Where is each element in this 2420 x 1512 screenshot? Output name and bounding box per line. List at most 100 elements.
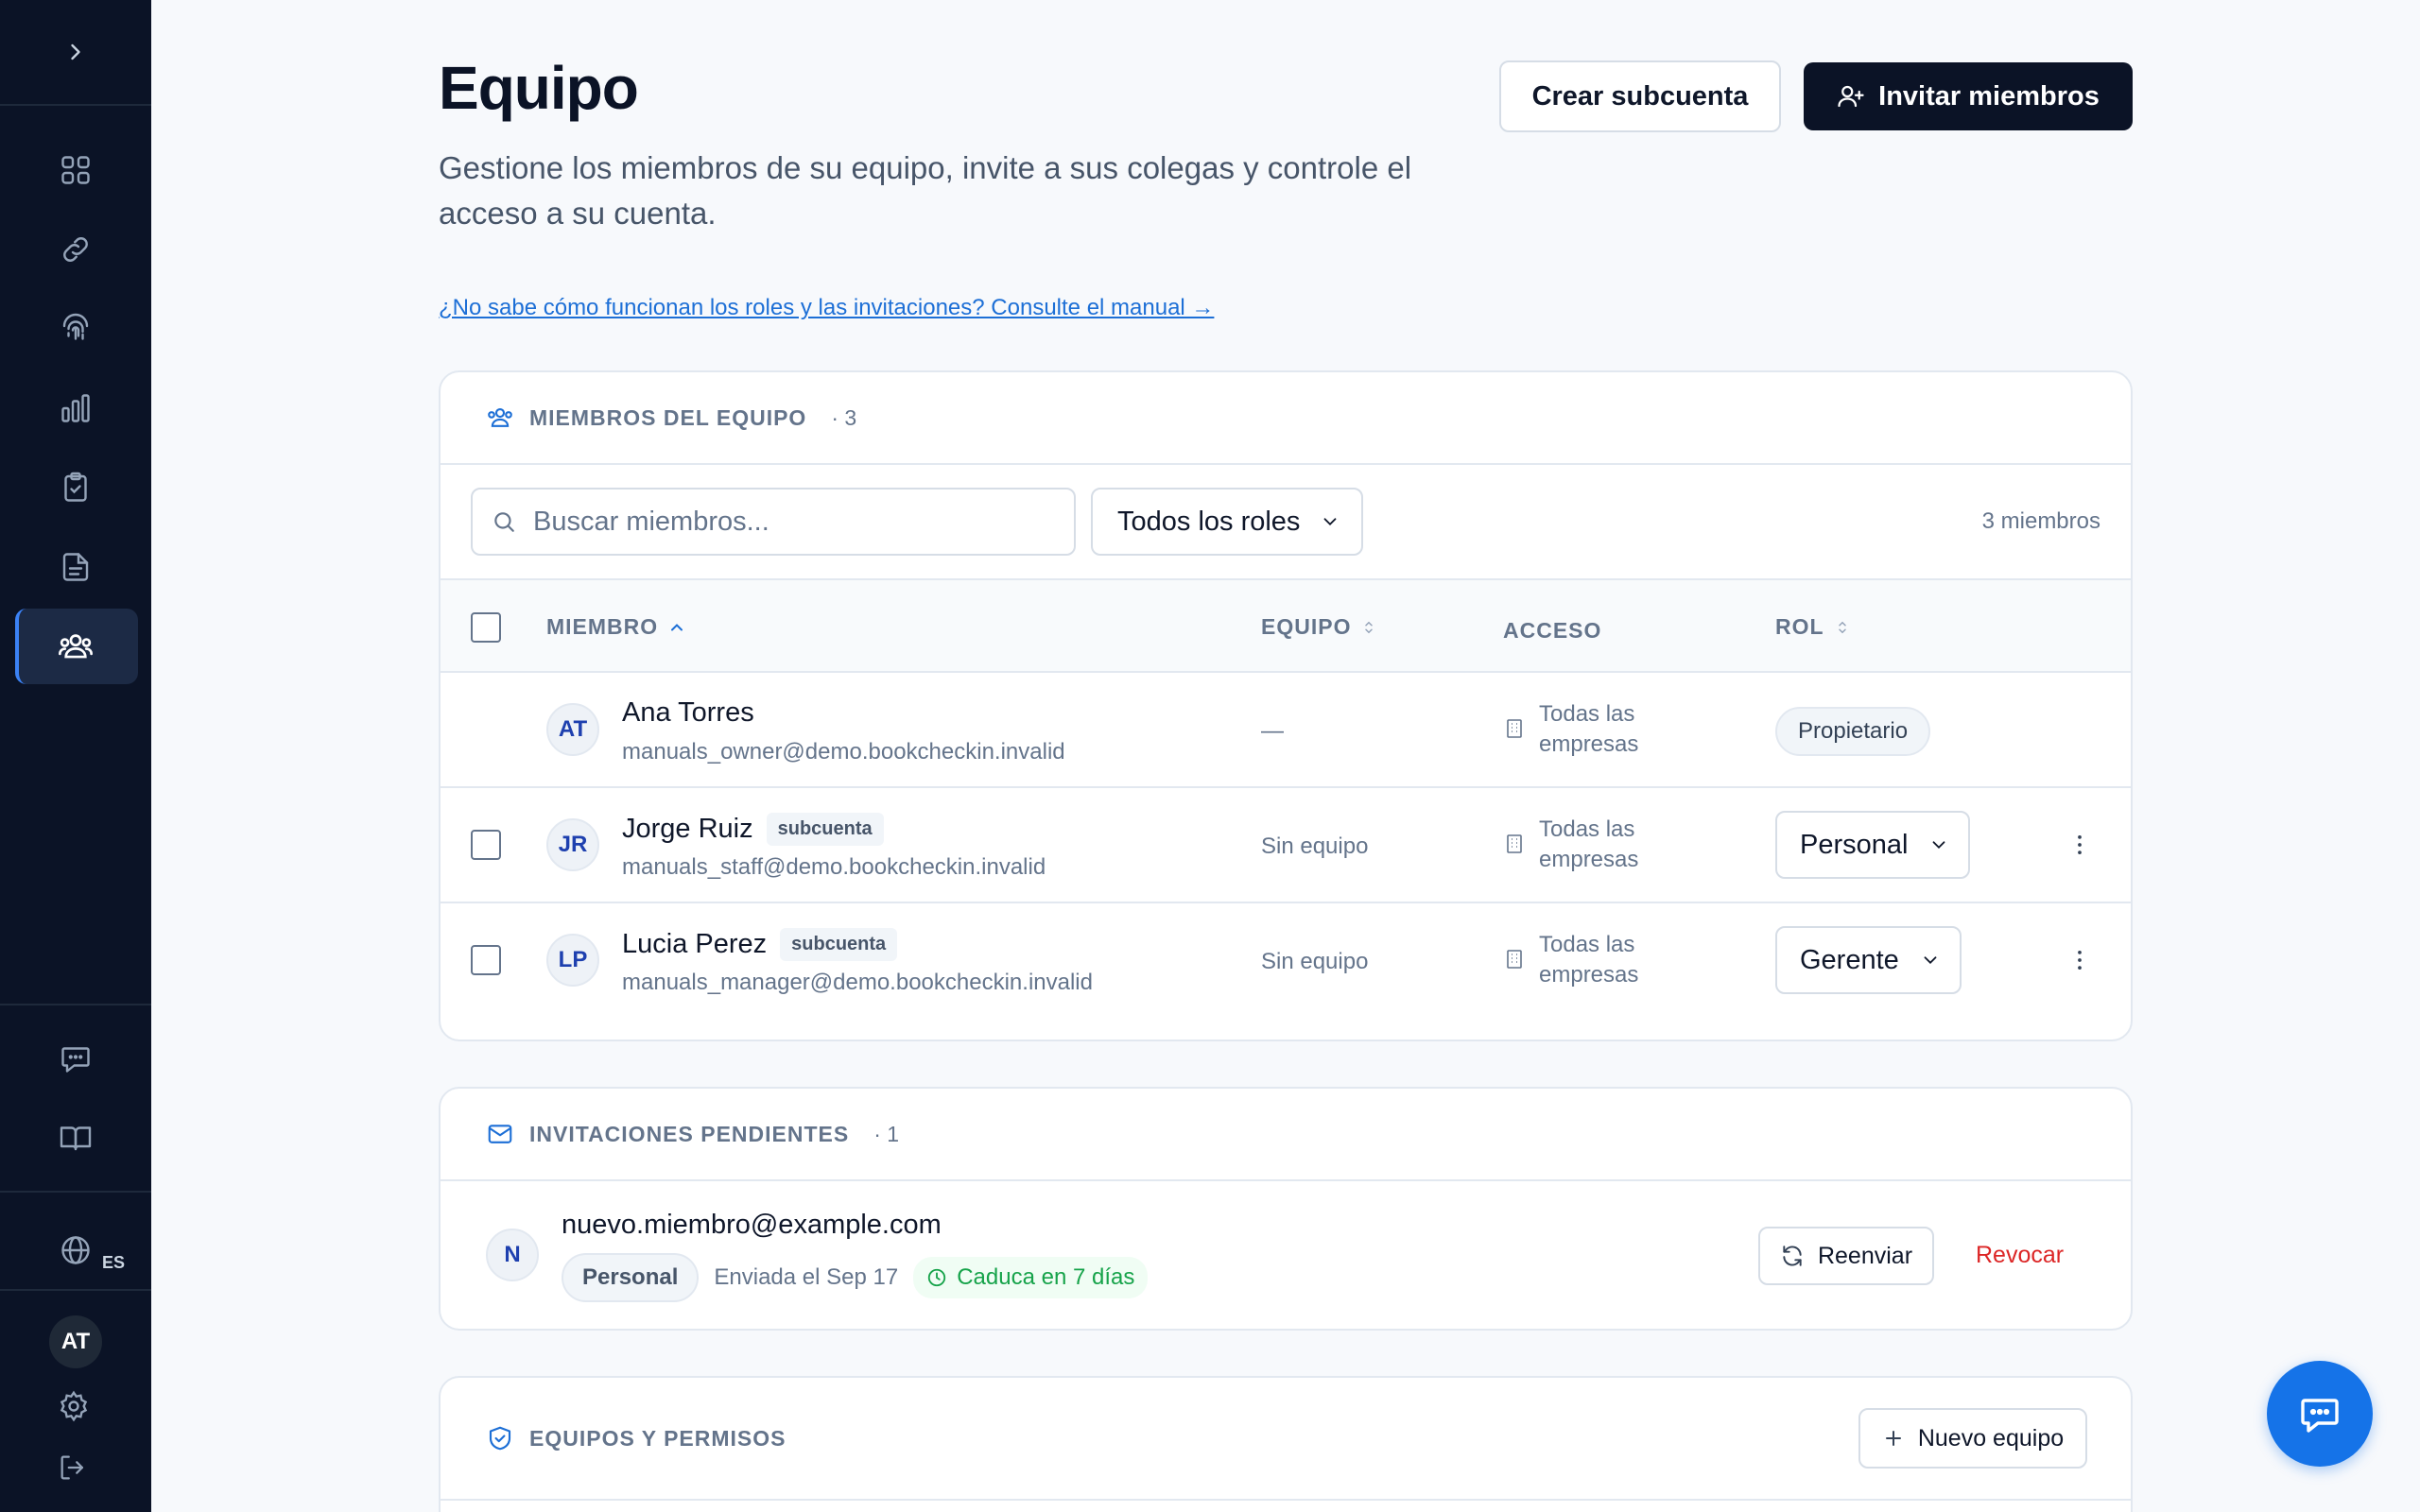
sidebar-item-checklists[interactable]	[0, 448, 151, 527]
sort-icon	[1838, 621, 1846, 633]
column-access-label: ACCESO	[1503, 618, 1602, 643]
chevron-right-icon	[71, 43, 80, 60]
sidebar: ES AT	[0, 0, 151, 1512]
search-input[interactable]	[533, 506, 1063, 538]
document-icon	[62, 553, 89, 581]
clipboard-check-icon	[64, 472, 87, 502]
building-icon	[1507, 719, 1522, 738]
invitee-avatar: N	[486, 1228, 539, 1281]
column-member[interactable]: MIEMBRO	[546, 614, 686, 640]
members-count: · 3	[831, 404, 857, 430]
member-avatar: LP	[546, 934, 599, 987]
table-header: MIEMBRO EQUIPO ACCESO ROL	[441, 580, 2131, 673]
shield-check-icon	[489, 1426, 511, 1451]
subaccount-tag: subcuenta	[780, 928, 898, 961]
users-icon	[488, 407, 512, 427]
link-icon	[63, 237, 88, 262]
sort-icon	[1365, 621, 1374, 633]
column-role[interactable]: ROL	[1775, 614, 1851, 640]
sidebar-item-identity[interactable]	[0, 289, 151, 369]
create-subaccount-button[interactable]: Crear subcuenta	[1499, 60, 1781, 132]
new-team-button[interactable]: Nuevo equipo	[1858, 1408, 2087, 1469]
teams-section-label: EQUIPOS Y PERMISOS	[529, 1425, 786, 1451]
member-team: Sin equipo	[1261, 833, 1369, 859]
member-access-text: Todas las empresas	[1539, 701, 1639, 757]
sidebar-item-documents[interactable]	[0, 527, 151, 607]
role-filter-select[interactable]: Todos los roles	[1091, 488, 1363, 556]
more-vertical-icon	[2078, 950, 2082, 971]
chevron-down-icon	[1924, 956, 1937, 965]
building-icon	[1507, 950, 1522, 969]
invitations-count: · 1	[873, 1121, 900, 1146]
grid-icon	[61, 156, 90, 184]
language-code: ES	[102, 1253, 126, 1272]
sidebar-help	[0, 1019, 151, 1177]
select-all-checkbox[interactable]	[471, 612, 501, 643]
language-switcher[interactable]: ES	[0, 1208, 151, 1293]
row-checkbox[interactable]	[471, 830, 501, 860]
chevron-down-icon	[1933, 841, 1945, 850]
member-team: —	[1261, 718, 1284, 744]
invitations-card-header: INVITACIONES PENDIENTES · 1	[441, 1089, 2131, 1181]
teams-card: EQUIPOS Y PERMISOS Nuevo equipo	[439, 1376, 2133, 1512]
sidebar-item-dashboard[interactable]	[0, 130, 151, 210]
invitation-meta: Personal Enviada el Sep 17 Caduca en 7 d…	[562, 1253, 1149, 1302]
chat-icon	[61, 1047, 90, 1073]
member-name-text: Jorge Ruiz	[622, 814, 753, 844]
sidebar-item-manual[interactable]	[0, 1098, 151, 1177]
book-icon	[60, 1126, 92, 1151]
member-name-text: Lucia Perez	[622, 929, 768, 959]
row-actions-button[interactable]	[2066, 832, 2093, 863]
role-select[interactable]: Gerente	[1775, 926, 1962, 994]
clock-icon	[928, 1268, 946, 1287]
column-member-label: MIEMBRO	[546, 614, 659, 639]
manual-link[interactable]: ¿No sabe cómo funcionan los roles y las …	[439, 295, 1214, 321]
member-email: manuals_manager@demo.bookcheckin.invalid	[622, 970, 1093, 995]
bar-chart-icon	[61, 394, 90, 422]
invitations-section-label: INVITACIONES PENDIENTES	[529, 1121, 850, 1146]
invitation-expiry-text: Caduca en 7 días	[957, 1264, 1135, 1290]
revoke-invitation-button[interactable]: Revocar	[1976, 1242, 2064, 1269]
role-select-value: Personal	[1800, 829, 1909, 860]
sidebar-item-analytics[interactable]	[0, 369, 151, 448]
resend-invitation-button[interactable]: Reenviar	[1758, 1227, 1934, 1285]
column-access: ACCESO	[1503, 618, 1601, 644]
member-search[interactable]	[471, 488, 1076, 556]
member-access: Todas las empresas	[1503, 930, 1662, 990]
member-avatar: JR	[546, 818, 599, 871]
invite-members-label: Invitar miembros	[1878, 80, 2100, 112]
sidebar-divider	[0, 1289, 151, 1291]
sidebar-item-links[interactable]	[0, 210, 151, 289]
chat-support-button[interactable]	[2267, 1361, 2373, 1467]
members-card: MIEMBROS DEL EQUIPO · 3 Todos los roles …	[439, 370, 2133, 1041]
table-row: JR Jorge Ruiz subcuenta manuals_staff@de…	[441, 788, 2131, 903]
member-name-text: Ana Torres	[622, 697, 754, 728]
logout-button[interactable]	[57, 1452, 89, 1488]
invitation-sent-date: Enviada el Sep 17	[714, 1264, 899, 1290]
column-team[interactable]: EQUIPO	[1261, 614, 1377, 640]
member-name: Ana Torres	[622, 697, 754, 729]
row-actions-button[interactable]	[2066, 947, 2093, 978]
sidebar-item-team[interactable]	[0, 607, 151, 686]
settings-button[interactable]	[57, 1389, 91, 1428]
member-avatar: AT	[546, 703, 599, 756]
row-checkbox[interactable]	[471, 945, 501, 975]
more-vertical-icon	[2078, 834, 2082, 855]
invitations-card: INVITACIONES PENDIENTES · 1 N nuevo.miem…	[439, 1087, 2133, 1331]
member-access: Todas las empresas	[1503, 815, 1662, 875]
user-avatar[interactable]: AT	[49, 1315, 102, 1368]
users-icon	[59, 634, 93, 659]
sort-asc-icon	[671, 623, 683, 630]
subaccount-tag: subcuenta	[766, 813, 884, 846]
member-email: manuals_staff@demo.bookcheckin.invalid	[622, 854, 1046, 880]
member-total: 3 miembros	[1981, 508, 2100, 534]
invitee-email: nuevo.miembro@example.com	[562, 1210, 942, 1240]
expand-sidebar-button[interactable]	[0, 0, 151, 106]
sidebar-divider	[0, 1004, 151, 1005]
table-row: AT Ana Torres manuals_owner@demo.bookche…	[441, 673, 2131, 788]
invite-members-button[interactable]: Invitar miembros	[1804, 62, 2133, 130]
role-select[interactable]: Personal	[1775, 811, 1971, 879]
role-filter-value: Todos los roles	[1117, 506, 1301, 537]
member-access-text: Todas las empresas	[1539, 816, 1639, 872]
sidebar-item-support-chat[interactable]	[0, 1019, 151, 1098]
